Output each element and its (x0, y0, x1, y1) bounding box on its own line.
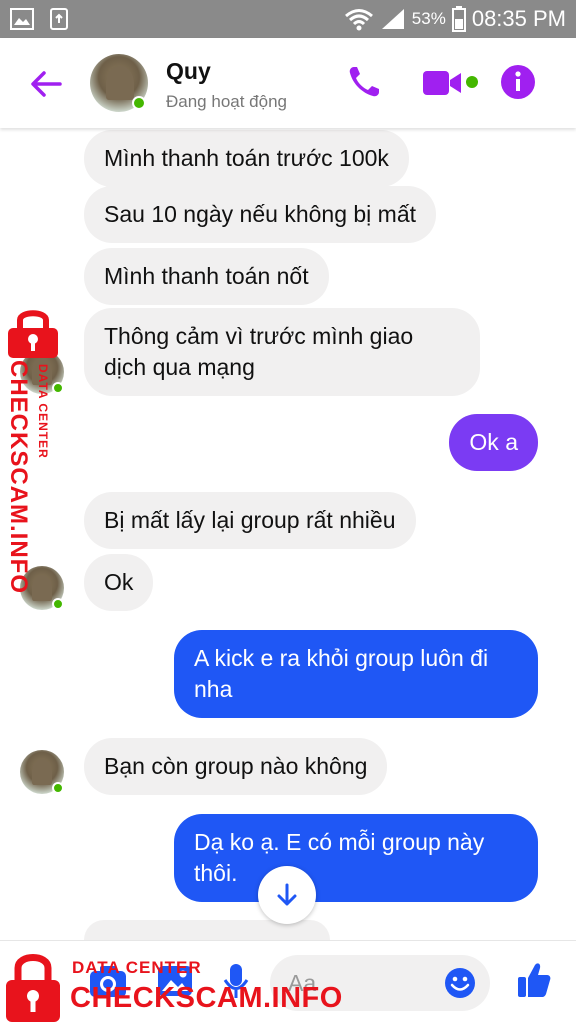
wifi-icon (344, 9, 373, 31)
scroll-to-bottom-button[interactable] (258, 866, 316, 924)
arrow-down-icon (277, 883, 297, 906)
conversation-header: Quy Đang hoạt động (0, 38, 576, 128)
emoji-icon[interactable] (444, 967, 476, 999)
message-incoming[interactable]: Mình thanh toán nốt (84, 248, 329, 305)
message-list[interactable]: Mình thanh toán trước 100k Sau 10 ngày n… (0, 128, 576, 940)
back-arrow-icon[interactable] (26, 64, 66, 104)
status-right: 53% 08:35 PM (344, 6, 566, 32)
message-incoming[interactable]: Sau 10 ngày nếu không bị mất (84, 186, 437, 243)
online-indicator (52, 598, 64, 610)
message-incoming[interactable]: Ok (84, 554, 154, 611)
online-indicator (52, 782, 64, 794)
message-incoming[interactable]: Bị mất lấy lại group rất nhiều (84, 492, 416, 549)
recycle-icon (50, 8, 68, 30)
online-indicator (52, 382, 64, 394)
message-incoming[interactable]: Bạn còn group nào không (84, 738, 388, 795)
message-input-container[interactable] (270, 955, 490, 1011)
online-indicator (132, 96, 146, 110)
message-outgoing[interactable]: Dạ ko ạ. E có mỗi group này thôi. (174, 814, 538, 902)
video-online-indicator (466, 76, 478, 88)
contact-name[interactable]: Quy (166, 58, 211, 85)
info-icon[interactable] (500, 64, 536, 100)
thumbs-up-icon[interactable] (516, 961, 552, 999)
signal-icon (381, 9, 404, 29)
message-incoming[interactable]: Thông cảm vì trước mình giao dịch qua mạ… (84, 308, 480, 396)
presence-status: Đang hoạt động (166, 92, 287, 111)
camera-icon[interactable] (88, 963, 128, 999)
status-left (10, 8, 70, 30)
message-input[interactable] (288, 967, 438, 999)
message-outgoing[interactable]: A kick e ra khỏi group luôn đi nha (174, 630, 538, 718)
message-outgoing[interactable]: Ok a (449, 414, 538, 471)
gallery-icon[interactable] (156, 963, 194, 999)
composer-bar (0, 940, 576, 1024)
clock: 08:35 PM (471, 6, 566, 31)
battery-icon (451, 6, 466, 32)
status-bar: 53% 08:35 PM (0, 0, 576, 38)
video-camera-icon[interactable] (422, 68, 462, 98)
phone-icon[interactable] (346, 64, 382, 100)
image-icon (10, 8, 34, 30)
microphone-icon[interactable] (222, 963, 250, 1001)
message-incoming[interactable]: Mình thanh toán trước 100k (84, 130, 409, 187)
battery-percent: 53% (411, 9, 446, 28)
